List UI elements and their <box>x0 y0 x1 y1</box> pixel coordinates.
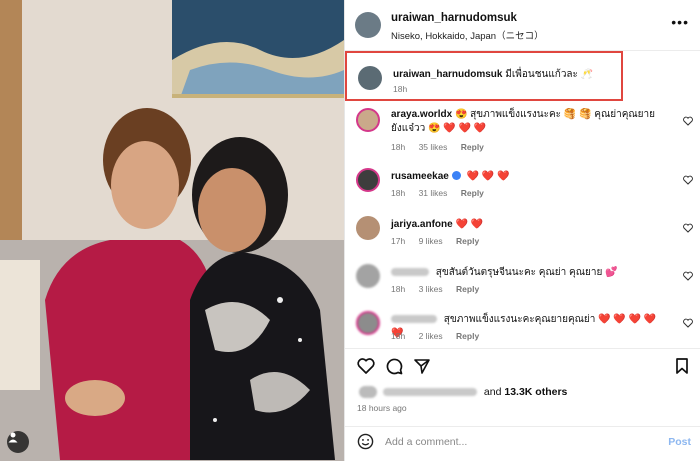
comment-emojis: ❤️ ❤️ ❤️ <box>466 171 510 182</box>
heart-icon[interactable] <box>683 223 693 233</box>
bookmark-icon[interactable] <box>673 357 691 375</box>
comment-likes[interactable]: 3 likes <box>419 284 443 294</box>
heart-icon[interactable] <box>683 116 693 126</box>
author-username[interactable]: uraiwan_harnudomsuk <box>391 12 517 24</box>
comment-likes[interactable]: 9 likes <box>419 236 443 246</box>
commenter-avatar[interactable] <box>356 168 380 192</box>
comment-icon[interactable] <box>385 357 403 375</box>
post-header: uraiwan_harnudomsuk Niseko, Hokkaido, Ja… <box>345 0 700 50</box>
actions-divider <box>345 348 700 349</box>
post-location[interactable]: Niseko, Hokkaido, Japan（ニセコ） <box>391 28 544 42</box>
comment-text: สุขภาพแข็งแรงนะคะคุณยายคุณย่า <box>443 314 596 325</box>
heart-icon[interactable] <box>683 271 693 281</box>
liker-avatars <box>359 386 377 399</box>
verified-badge-icon <box>451 171 461 180</box>
comment-text-line: สุขสันต์วันตรุษจีนนะคะ คุณย่า คุณยาย 💕 <box>391 266 661 280</box>
comment-time: 18h <box>391 188 406 198</box>
comment-time: 17h <box>391 236 406 246</box>
comment-time: 18h <box>391 284 406 294</box>
comment-text-line: rusameekae ❤️ ❤️ ❤️ <box>391 170 661 184</box>
heart-icon[interactable] <box>357 357 375 375</box>
caption-block: uraiwan_harnudomsuk มีเพื่อนชนแก้วละ 🥂 1… <box>345 51 623 101</box>
commenter-username[interactable]: rusameekae <box>391 171 449 182</box>
comment-text-line: araya.worldx 😍 สุขภาพแข็งแรงนะคะ 🥞 🥞 คุณ… <box>391 108 661 136</box>
comment-emojis: ❤️ ❤️ <box>455 219 484 230</box>
commenter-avatar[interactable] <box>356 216 380 240</box>
heart-icon[interactable] <box>683 175 693 185</box>
comment-emojis: 😍 ❤️ ❤️ ❤️ <box>428 123 487 134</box>
likes-summary[interactable]: and 13.3K others <box>359 386 567 399</box>
blurred-liker-name <box>383 388 477 397</box>
commenter-username[interactable]: jariya.anfone <box>391 219 453 230</box>
post-comment-button[interactable]: Post <box>668 436 691 448</box>
commenter-avatar[interactable] <box>356 264 380 288</box>
heart-icon[interactable] <box>683 318 693 328</box>
likes-count[interactable]: 13.3K others <box>504 386 567 398</box>
blurred-username <box>391 268 429 277</box>
reply-button[interactable]: Reply <box>461 142 484 152</box>
caption-text-line: uraiwan_harnudomsuk มีเพื่อนชนแก้วละ 🥂 <box>393 67 593 82</box>
comment-meta: 18h 31 likes Reply <box>391 188 495 198</box>
post-photo[interactable] <box>0 0 344 461</box>
comment-time: 18h <box>391 142 406 152</box>
instagram-post-view: uraiwan_harnudomsuk Niseko, Hokkaido, Ja… <box>0 0 700 461</box>
caption-author[interactable]: uraiwan_harnudomsuk <box>393 69 502 80</box>
posted-ago: 18 hours ago <box>357 403 407 413</box>
tagged-users-icon[interactable] <box>7 431 29 453</box>
comment-likes[interactable]: 2 likes <box>419 331 443 341</box>
reply-button[interactable]: Reply <box>461 188 484 198</box>
post-actions <box>345 351 700 381</box>
reply-button[interactable]: Reply <box>456 331 479 341</box>
add-comment-bar: Add a comment... Post <box>345 427 700 461</box>
share-icon[interactable] <box>413 357 431 375</box>
caption-author-avatar[interactable] <box>358 66 382 90</box>
more-horizontal-icon[interactable]: ••• <box>671 15 689 29</box>
commenter-avatar[interactable] <box>356 311 380 335</box>
comment-emojis: 💕 <box>605 267 618 278</box>
caption-time: 18h <box>393 84 408 94</box>
comment-meta: 18h 3 likes Reply <box>391 284 490 294</box>
likes-and: and <box>483 386 502 398</box>
commenter-username[interactable]: araya.worldx <box>391 109 452 120</box>
comment-meta: 17h 9 likes Reply <box>391 236 490 246</box>
comment-likes[interactable]: 35 likes <box>419 142 448 152</box>
comment-text: สุขสันต์วันตรุษจีนนะคะ คุณย่า คุณยาย <box>435 267 603 278</box>
emoji-icon[interactable] <box>357 433 374 450</box>
caption-text: มีเพื่อนชนแก้วละ 🥂 <box>505 69 594 80</box>
reply-button[interactable]: Reply <box>456 284 479 294</box>
author-avatar[interactable] <box>355 12 381 38</box>
blurred-username <box>391 315 437 324</box>
comment-text-line: jariya.anfone ❤️ ❤️ <box>391 218 661 232</box>
add-comment-input[interactable]: Add a comment... <box>385 436 467 448</box>
post-side-panel: uraiwan_harnudomsuk Niseko, Hokkaido, Ja… <box>344 0 700 461</box>
comment-meta: 18h 35 likes Reply <box>391 142 495 152</box>
comment-time: 18h <box>391 331 406 341</box>
comment-meta: 18h 2 likes Reply <box>391 331 490 341</box>
commenter-avatar[interactable] <box>356 108 380 132</box>
photo-illustration <box>0 0 344 461</box>
reply-button[interactable]: Reply <box>456 236 479 246</box>
comment-likes[interactable]: 31 likes <box>419 188 448 198</box>
